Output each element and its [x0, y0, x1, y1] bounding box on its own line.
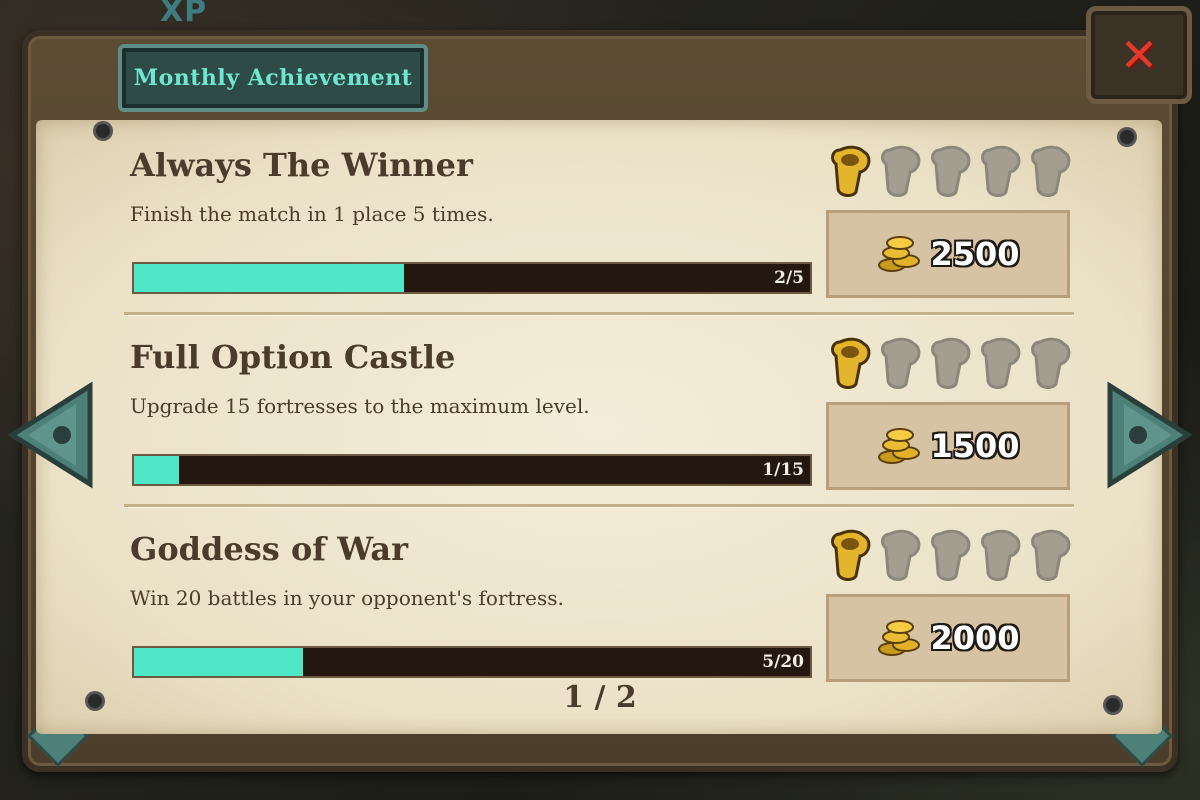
- medal-earned-icon: [831, 529, 871, 581]
- achievement-title: Full Option Castle: [130, 338, 456, 376]
- pin-icon: [1120, 130, 1134, 144]
- progress-fill: [134, 456, 180, 484]
- medal-locked-icon: [931, 145, 971, 197]
- page-indicator: 1 / 2: [563, 680, 637, 715]
- achievement-description: Finish the match in 1 place 5 times.: [130, 202, 494, 226]
- arrow-left-icon: [7, 381, 93, 489]
- close-button[interactable]: ✕: [1086, 6, 1192, 104]
- progress-bar: 2/5: [132, 262, 812, 294]
- xp-badge: XP: [160, 0, 208, 29]
- page-title: Monthly Achievement: [133, 65, 413, 91]
- medal-locked-icon: [931, 529, 971, 581]
- medal-locked-icon: [1031, 145, 1071, 197]
- reward-box: 2500: [826, 210, 1070, 298]
- reward-box: 2000: [826, 594, 1070, 682]
- medal-locked-icon: [931, 337, 971, 389]
- gold-coins-icon: [878, 428, 921, 464]
- achievement-description: Win 20 battles in your opponent's fortre…: [130, 586, 564, 610]
- window-title-tab: Monthly Achievement: [118, 44, 428, 112]
- reward-amount: 1500: [930, 427, 1020, 465]
- medal-locked-icon: [981, 529, 1021, 581]
- close-icon: ✕: [1119, 28, 1159, 82]
- achievement-item: Always The Winner Finish the match in 1 …: [96, 128, 1086, 320]
- progress-text: 2/5: [774, 268, 804, 288]
- progress-text: 5/20: [762, 652, 804, 672]
- gold-coins-icon: [878, 620, 921, 656]
- medal-row: [826, 142, 1076, 202]
- next-page-button[interactable]: [1104, 380, 1194, 490]
- progress-fill: [134, 648, 303, 676]
- medal-locked-icon: [981, 337, 1021, 389]
- achievement-item: Full Option Castle Upgrade 15 fortresses…: [96, 320, 1086, 512]
- medal-locked-icon: [881, 337, 921, 389]
- medal-locked-icon: [881, 529, 921, 581]
- medal-locked-icon: [1031, 529, 1071, 581]
- achievement-item: Goddess of War Win 20 battles in your op…: [96, 512, 1086, 704]
- medal-locked-icon: [881, 145, 921, 197]
- progress-text: 1/15: [762, 460, 804, 480]
- reward-amount: 2000: [930, 619, 1020, 657]
- medal-locked-icon: [1031, 337, 1071, 389]
- medal-earned-icon: [831, 145, 871, 197]
- achievement-title: Always The Winner: [130, 146, 473, 184]
- arrow-right-icon: [1107, 381, 1193, 489]
- achievement-description: Upgrade 15 fortresses to the maximum lev…: [130, 394, 590, 418]
- achievement-title: Goddess of War: [130, 530, 408, 568]
- divider: [124, 312, 1074, 315]
- medal-row: [826, 334, 1076, 394]
- divider: [124, 504, 1074, 507]
- previous-page-button[interactable]: [6, 380, 96, 490]
- progress-fill: [134, 264, 405, 292]
- medal-row: [826, 526, 1076, 586]
- medal-earned-icon: [831, 337, 871, 389]
- progress-bar: 1/15: [132, 454, 812, 486]
- progress-bar: 5/20: [132, 646, 812, 678]
- reward-box: 1500: [826, 402, 1070, 490]
- medal-locked-icon: [981, 145, 1021, 197]
- gold-coins-icon: [878, 236, 921, 272]
- reward-amount: 2500: [930, 235, 1020, 273]
